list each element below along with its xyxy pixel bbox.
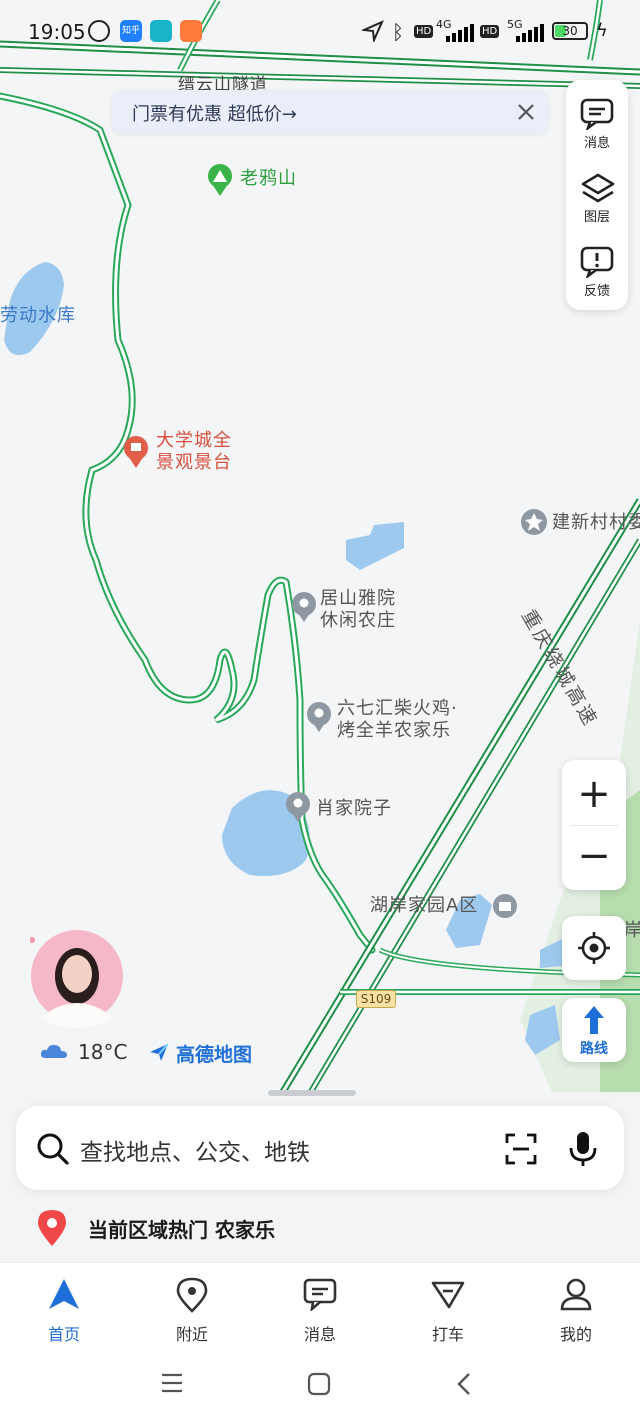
jushan-label-line2[interactable]: 休闲农庄: [320, 610, 396, 632]
maps-app-icon: [150, 20, 172, 42]
toolbar-message-button[interactable]: 消息: [566, 86, 628, 156]
location-pin-icon: [38, 1210, 66, 1246]
charging-icon: ϟ: [596, 20, 608, 41]
toolbar-message-label: 消息: [583, 136, 610, 151]
viewpoint-pin-icon: [124, 436, 148, 468]
avatar-image: [29, 930, 123, 1028]
tab-messages-label: 消息: [303, 1325, 336, 1344]
route-label: 路线: [580, 1041, 608, 1057]
message-tab-icon: [303, 1278, 337, 1311]
tab-nearby-label: 附近: [175, 1325, 208, 1344]
tab-nearby[interactable]: 附近: [128, 1263, 256, 1347]
close-icon[interactable]: [512, 98, 540, 126]
message-icon: [580, 98, 614, 130]
alarm-icon: [88, 20, 110, 42]
feedback-icon: [580, 246, 614, 278]
amap-logo-icon: [150, 1043, 169, 1061]
tab-taxi-label: 打车: [431, 1325, 464, 1344]
signal-bars-5g-icon: [516, 24, 544, 42]
layers-icon: [581, 173, 615, 203]
home-icon[interactable]: [307, 1372, 331, 1396]
viewpoint-label-line1[interactable]: 大学城全: [156, 430, 232, 452]
bluetooth-icon: ᛒ: [392, 20, 404, 44]
liuqi-label-line1[interactable]: 六七汇柴火鸡·: [337, 698, 458, 720]
battery-icon: 30: [552, 22, 588, 40]
assistant-avatar[interactable]: [29, 918, 124, 1030]
tab-home[interactable]: 首页: [0, 1263, 128, 1347]
signal-bars-icon: [446, 24, 474, 42]
location-arrow-icon: [362, 20, 384, 42]
battery-level: 30: [562, 24, 578, 38]
home-arrow-icon: [49, 1279, 79, 1309]
zoom-in-button[interactable]: +: [562, 764, 626, 824]
route-button[interactable]: 路线: [562, 998, 626, 1062]
edge-label: 岸: [624, 920, 640, 941]
bottom-tab-bar: 首页 附近 消息 打车 我的: [0, 1262, 640, 1346]
system-nav-bar: [0, 1346, 640, 1422]
search-bar[interactable]: 查找地点、公交、地铁: [16, 1106, 624, 1190]
locate-button[interactable]: [562, 916, 626, 980]
weather-temp: 18°C: [78, 1040, 128, 1064]
profile-icon: [560, 1278, 592, 1311]
zhihu-app-icon: 知乎: [120, 20, 142, 42]
map-toolbar: 消息 图层 反馈: [566, 80, 628, 310]
jianxin-village-label[interactable]: 建新村村委: [552, 512, 640, 534]
notification-app-icon: [180, 20, 202, 42]
laoya-mountain-label[interactable]: 老鸦山: [240, 168, 297, 190]
zoom-control: + −: [562, 760, 626, 890]
toolbar-layers-button[interactable]: 图层: [566, 160, 628, 230]
menu-icon[interactable]: [160, 1372, 184, 1394]
locate-icon: [578, 932, 610, 964]
hd-badge: HD: [414, 25, 434, 38]
taxi-icon: [431, 1281, 465, 1309]
search-input[interactable]: 查找地点、公交、地铁: [80, 1133, 310, 1167]
tab-profile[interactable]: 我的: [512, 1263, 640, 1347]
tab-home-label: 首页: [47, 1325, 80, 1344]
tab-profile-label: 我的: [559, 1325, 592, 1344]
toolbar-layers-label: 图层: [583, 210, 610, 225]
brand-name: 高德地图: [176, 1044, 253, 1066]
hot-area-text: 当前区域热门 农家乐: [88, 1218, 275, 1242]
zoom-out-button[interactable]: −: [562, 826, 626, 886]
tab-taxi[interactable]: 打车: [384, 1263, 512, 1347]
mountain-pin-icon: [208, 164, 232, 196]
sheet-handle[interactable]: [268, 1090, 356, 1096]
status-bar: 19:05 知乎 ᛒ HD 4G HD 5G 30 ϟ: [0, 0, 640, 64]
xiaojia-label[interactable]: 肖家院子: [316, 798, 392, 820]
jushan-label-line1[interactable]: 居山雅院: [320, 588, 396, 610]
back-icon[interactable]: [454, 1372, 474, 1396]
tab-messages[interactable]: 消息: [256, 1263, 384, 1347]
status-time: 19:05: [28, 20, 86, 44]
huan-label[interactable]: 湖岸家园A区: [370, 895, 478, 917]
toolbar-feedback-label: 反馈: [583, 284, 610, 299]
hd-badge-2: HD: [480, 25, 500, 38]
reservoir-label[interactable]: 劳动水库: [0, 305, 76, 327]
cloud-icon: [40, 1044, 67, 1058]
scan-icon[interactable]: [504, 1132, 538, 1166]
toolbar-feedback-button[interactable]: 反馈: [566, 234, 628, 304]
search-icon: [37, 1133, 69, 1165]
route-arrow-icon: [584, 1006, 604, 1034]
nearby-pin-icon: [176, 1277, 208, 1313]
liuqi-label-line2[interactable]: 烤全羊农家乐: [337, 720, 451, 742]
road-s109-badge: S109: [356, 990, 396, 1008]
microphone-icon[interactable]: [568, 1130, 598, 1168]
promo-banner[interactable]: 门票有优惠 超低价→: [112, 90, 548, 134]
viewpoint-label-line2[interactable]: 景观景台: [156, 452, 232, 474]
promo-text[interactable]: 门票有优惠 超低价→: [132, 100, 297, 126]
